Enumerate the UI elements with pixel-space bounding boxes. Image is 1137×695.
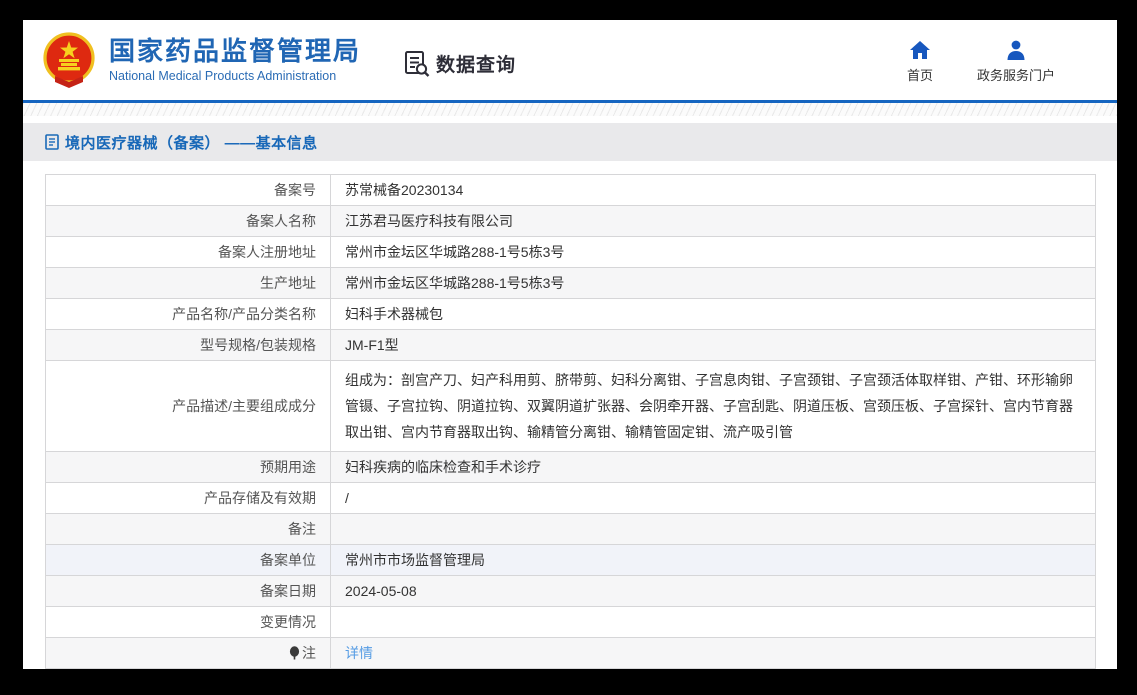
breadcrumb: 境内医疗器械（备案） ——基本信息 [23,123,1117,161]
data-query-module[interactable]: 数据查询 [403,50,516,77]
field-value: 妇科疾病的临床检查和手术诊疗 [330,451,1096,483]
field-label: 产品存储及有效期 [45,482,331,514]
table-row: 产品名称/产品分类名称 妇科手术器械包 [45,298,1096,330]
home-icon [909,41,930,59]
nav-item-gov-portal[interactable]: 政务服务门户 [977,40,1055,84]
table-row: 预期用途 妇科疾病的临床检查和手术诊疗 [45,451,1096,483]
table-row: 产品描述/主要组成成分 组成为：剖宫产刀、妇产科用剪、脐带剪、妇科分离钳、子宫息… [45,360,1096,452]
main-content: 境内医疗器械（备案） ——基本信息 备案号 苏常械备20230134 备案人名称… [23,116,1117,669]
field-value: 常州市金坛区华城路288-1号5栋3号 [330,267,1096,299]
nav-label-gov-portal: 政务服务门户 [976,68,1055,83]
table-row: 型号规格/包装规格 JM-F1型 [45,329,1096,361]
detail-link[interactable]: 详情 [345,645,373,661]
field-value: 妇科手术器械包 [330,298,1096,330]
field-label: 备案日期 [45,575,331,607]
table-row: 备案日期 2024-05-08 [45,575,1096,607]
field-label: 预期用途 [45,451,331,483]
org-title: 国家药品监督管理局 [109,35,362,66]
record-table-wrap: 备案号 苏常械备20230134 备案人名称 江苏君马医疗科技有限公司 备案人注… [45,174,1096,669]
table-row: 生产地址 常州市金坛区华城路288-1号5栋3号 [45,267,1096,299]
table-row: 备案号 苏常械备20230134 [45,174,1096,206]
hatched-background-strip [23,103,1117,116]
field-value: 苏常械备20230134 [330,174,1096,206]
user-icon [1007,40,1025,60]
field-value: 2024-05-08 [330,575,1096,607]
record-table: 备案号 苏常械备20230134 备案人名称 江苏君马医疗科技有限公司 备案人注… [45,174,1096,669]
document-icon [45,134,59,150]
table-row: 注 详情 [45,637,1096,669]
field-label: 备案号 [45,174,331,206]
field-label: 备案人注册地址 [45,236,331,268]
document-search-icon [405,50,430,77]
page-title: 境内医疗器械（备案） ——基本信息 [65,134,318,152]
field-value: 组成为：剖宫产刀、妇产科用剪、脐带剪、妇科分离钳、子宫息肉钳、子宫颈钳、子宫颈活… [330,360,1096,452]
nav-item-home[interactable]: 首页 [907,40,933,84]
field-value: 常州市市场监督管理局 [330,544,1096,576]
note-pin-icon [289,646,300,660]
field-value: 江苏君马医疗科技有限公司 [330,205,1096,237]
brand-block[interactable]: 国家药品监督管理局 National Medical Products Admi… [41,32,361,88]
table-row: 备案单位 常州市市场监督管理局 [45,544,1096,576]
table-row: 变更情况 [45,606,1096,638]
field-label: 生产地址 [45,267,331,299]
field-label: 备案人名称 [45,205,331,237]
field-value [330,606,1096,638]
field-value: / [330,482,1096,514]
note-label: 注 [302,645,316,661]
table-row: 产品存储及有效期 / [45,482,1096,514]
table-row: 备注 [45,513,1096,545]
field-value: JM-F1型 [330,329,1096,361]
table-row: 备案人名称 江苏君马医疗科技有限公司 [45,205,1096,237]
field-label: 产品描述/主要组成成分 [45,360,331,452]
field-value: 常州市金坛区华城路288-1号5栋3号 [330,236,1096,268]
field-value [330,513,1096,545]
site-header: 国家药品监督管理局 National Medical Products Admi… [23,20,1117,100]
field-label: 变更情况 [45,606,331,638]
nav-label-home: 首页 [906,68,933,83]
browser-page: 国家药品监督管理局 National Medical Products Admi… [23,20,1117,669]
org-subtitle: National Medical Products Administration [109,69,337,84]
field-label: 备案单位 [45,544,331,576]
field-label: 产品名称/产品分类名称 [45,298,331,330]
field-label: 备注 [45,513,331,545]
field-label: 型号规格/包装规格 [45,329,331,361]
national-emblem-logo [43,32,95,88]
field-label: 注 [45,637,331,669]
top-nav: 首页 政务服务门户 [907,40,1055,84]
module-title: 数据查询 [436,54,517,76]
table-row: 备案人注册地址 常州市金坛区华城路288-1号5栋3号 [45,236,1096,268]
